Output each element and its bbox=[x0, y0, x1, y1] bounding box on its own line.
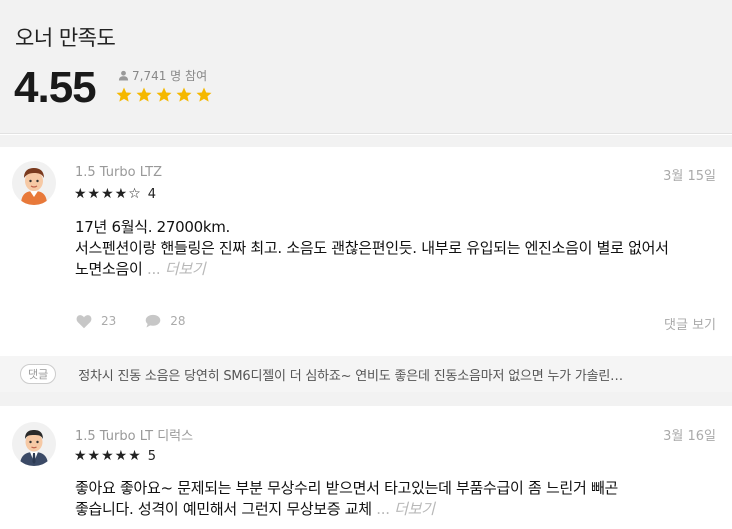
avatar bbox=[12, 161, 56, 205]
review-rating: ★★★★★ 5 bbox=[74, 448, 156, 464]
comment-preview[interactable]: 댓글 정차시 진동 소음은 당연히 SM6디젤이 더 심하죠~ 연비도 좋은데 … bbox=[0, 356, 732, 392]
user-avatar-icon bbox=[12, 161, 56, 205]
section-divider bbox=[0, 392, 732, 406]
person-icon bbox=[118, 70, 129, 81]
review-trim: 1.5 Turbo LTZ bbox=[75, 165, 162, 180]
star-icon bbox=[176, 87, 192, 102]
avatar bbox=[12, 422, 56, 466]
review-body[interactable]: 17년 6월식. 27000km. 서스펜션이랑 핸들링은 진짜 최고. 소음도… bbox=[75, 217, 725, 280]
user-avatar-icon bbox=[12, 422, 56, 466]
speech-bubble-icon bbox=[146, 314, 161, 328]
review-trim: 1.5 Turbo LT 디럭스 bbox=[75, 429, 194, 444]
comment-badge: 댓글 bbox=[20, 364, 57, 384]
ellipsis: ... bbox=[376, 500, 390, 518]
like-button[interactable]: 23 bbox=[75, 313, 116, 329]
section-divider bbox=[0, 135, 732, 147]
rating-stars: ★★★★☆ bbox=[74, 186, 142, 202]
like-count: 23 bbox=[101, 314, 117, 328]
star-icon bbox=[156, 87, 172, 102]
read-more-link[interactable]: 더보기 bbox=[394, 500, 435, 518]
star-icon bbox=[136, 87, 152, 102]
review-line-last: 좋습니다. 성격이 예민해서 그런지 무상보증 교체 ... 더보기 bbox=[75, 499, 725, 520]
review-card[interactable]: 1.5 Turbo LT 디럭스 3월 16일 ★★★★★ 5 좋아요 좋아요~… bbox=[0, 406, 732, 529]
ellipsis: ... bbox=[146, 260, 161, 278]
star-icon bbox=[196, 87, 212, 102]
review-rating: ★★★★☆ 4 bbox=[74, 186, 156, 202]
review-card[interactable]: 1.5 Turbo LTZ 3월 15일 ★★★★☆ 4 17년 6월식. 27… bbox=[0, 147, 732, 352]
owner-satisfaction-summary: 오너 만족도 4.55 7,741 명 참여 bbox=[0, 0, 732, 134]
review-body[interactable]: 좋아요 좋아요~ 문제되는 부분 무상수리 받으면서 타고있는데 부품수급이 좀… bbox=[75, 478, 725, 520]
read-more-link[interactable]: 더보기 bbox=[165, 260, 206, 278]
comment-count: 28 bbox=[170, 314, 186, 328]
average-star-rating bbox=[115, 86, 213, 104]
summary-title: 오너 만족도 bbox=[15, 26, 116, 50]
average-score: 4.55 bbox=[14, 63, 97, 112]
comment-preview-text: 정차시 진동 소음은 당연히 SM6디젤이 더 심하죠~ 연비도 좋은데 진동소… bbox=[78, 368, 623, 384]
rating-value: 4 bbox=[147, 186, 157, 202]
review-date: 3월 16일 bbox=[663, 429, 716, 444]
review-line: 17년 6월식. 27000km. bbox=[75, 218, 231, 236]
review-actions: 23 28 bbox=[75, 313, 214, 329]
rating-stars: ★★★★★ bbox=[74, 448, 142, 464]
comment-count-button[interactable]: 28 bbox=[144, 313, 186, 329]
rating-value: 5 bbox=[147, 448, 157, 464]
review-line-text: 노면소음이 bbox=[75, 260, 143, 278]
review-line: 좋아요 좋아요~ 문제되는 부분 무상수리 받으면서 타고있는데 부품수급이 좀… bbox=[75, 479, 618, 497]
participant-count-label: 7,741 명 참여 bbox=[132, 69, 208, 83]
review-line: 서스펜션이랑 핸들링은 진짜 최고. 소음도 괜찮은편인듯. 내부로 유입되는 … bbox=[75, 239, 669, 257]
star-icon bbox=[116, 87, 132, 102]
view-comments-link[interactable]: 댓글 보기 bbox=[664, 314, 716, 333]
review-date: 3월 15일 bbox=[663, 169, 716, 184]
review-line-last: 노면소음이 ... 더보기 bbox=[75, 259, 725, 280]
review-line-text: 좋습니다. 성격이 예민해서 그런지 무상보증 교체 bbox=[75, 500, 372, 518]
heart-icon bbox=[76, 315, 92, 329]
participant-count: 7,741 명 참여 bbox=[118, 67, 207, 84]
